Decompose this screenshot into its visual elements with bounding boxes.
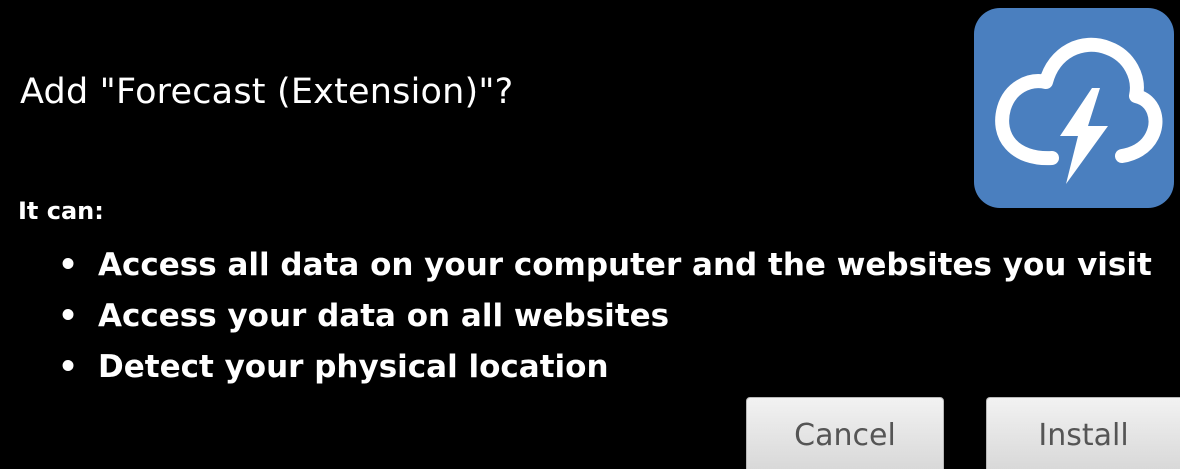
- permission-text: Access all data on your computer and the…: [98, 247, 1152, 283]
- list-item: • Detect your physical location: [58, 345, 1152, 396]
- list-item: • Access your data on all websites: [58, 294, 1152, 345]
- bullet-icon: •: [58, 349, 78, 385]
- cloud-lightning-icon: [974, 8, 1174, 208]
- permission-text: Detect your physical location: [98, 349, 609, 385]
- permission-text: Access your data on all websites: [98, 298, 670, 334]
- permissions-heading: It can:: [18, 197, 104, 225]
- bullet-icon: •: [58, 298, 78, 334]
- permissions-list: • Access all data on your computer and t…: [58, 243, 1152, 396]
- install-button[interactable]: Install: [986, 397, 1180, 469]
- list-item: • Access all data on your computer and t…: [58, 243, 1152, 294]
- dialog-title: Add "Forecast (Extension)"?: [20, 72, 514, 112]
- cancel-button[interactable]: Cancel: [746, 397, 944, 469]
- bullet-icon: •: [58, 247, 78, 283]
- extension-install-dialog: Add "Forecast (Extension)"? It can: • Ac…: [0, 0, 1180, 469]
